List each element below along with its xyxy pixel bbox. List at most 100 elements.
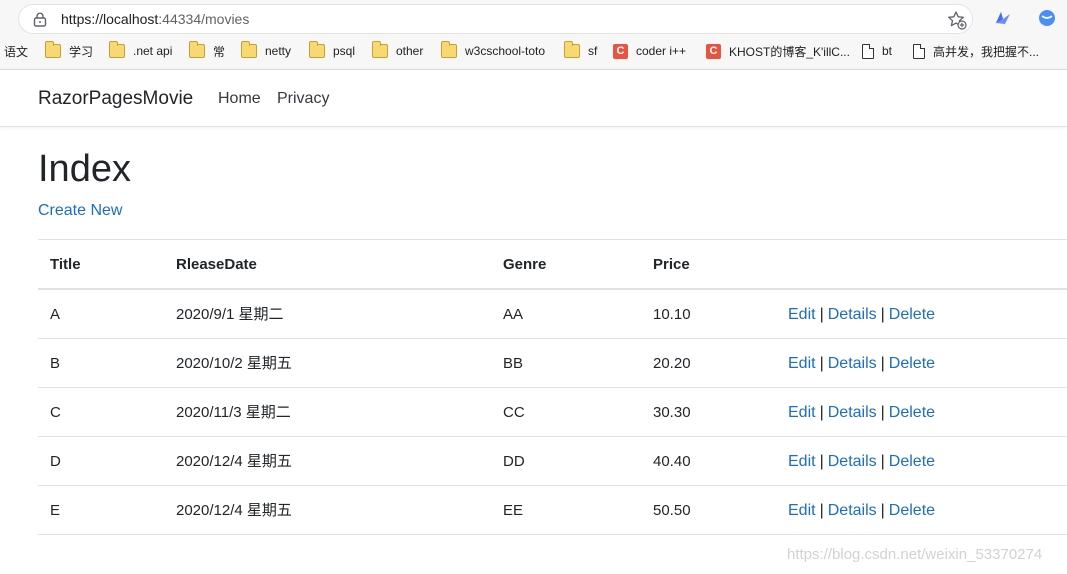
bookmark-label: .net api bbox=[133, 44, 173, 58]
lock-icon bbox=[33, 12, 47, 27]
action-separator: | bbox=[819, 404, 824, 421]
add-favorite-icon[interactable] bbox=[947, 10, 967, 30]
cell-title: D bbox=[50, 453, 61, 470]
details-link[interactable]: Details bbox=[828, 355, 877, 372]
cell-genre: DD bbox=[503, 453, 525, 470]
cell-release-date: 2020/12/4 星期五 bbox=[176, 502, 292, 519]
details-link[interactable]: Details bbox=[828, 453, 877, 470]
extension-globe-icon[interactable] bbox=[1038, 9, 1056, 27]
bookmark-label: other bbox=[396, 44, 424, 58]
bookmark-folder[interactable]: 常 bbox=[189, 38, 225, 64]
action-separator: | bbox=[819, 502, 824, 519]
nav-privacy-link[interactable]: Privacy bbox=[277, 90, 329, 108]
table-row: A 2020/9/1 星期二 AA 10.10 Edit | Details | Del… bbox=[38, 290, 1067, 339]
action-separator: | bbox=[880, 404, 885, 421]
extension-bird-icon[interactable] bbox=[993, 8, 1013, 28]
table-header-row: Title RleaseDate Genre Price bbox=[38, 240, 1067, 290]
cell-release-date: 2020/9/1 星期二 bbox=[176, 306, 284, 323]
delete-link[interactable]: Delete bbox=[889, 453, 935, 470]
bookmark-label: coder i++ bbox=[636, 44, 687, 58]
details-link[interactable]: Details bbox=[828, 404, 877, 421]
cell-price: 10.10 bbox=[653, 306, 691, 323]
url-path: :44334/movies bbox=[158, 11, 250, 27]
cell-genre: CC bbox=[503, 404, 525, 421]
folder-icon bbox=[109, 41, 125, 58]
bookmark-label: bt bbox=[882, 44, 893, 58]
row-actions: Edit | Details | Delete bbox=[788, 290, 935, 339]
action-separator: | bbox=[819, 453, 824, 470]
delete-link[interactable]: Delete bbox=[889, 502, 935, 519]
cell-release-date: 2020/11/3 星期二 bbox=[176, 404, 291, 421]
site-navbar: RazorPagesMovie Home Privacy bbox=[0, 70, 1067, 127]
delete-link[interactable]: Delete bbox=[889, 404, 935, 421]
bookmarks-bar: 语文 学习 .net api 常 netty psql other w3csch… bbox=[0, 38, 1067, 64]
address-bar[interactable]: https://localhost:44334/movies bbox=[18, 4, 973, 34]
edit-link[interactable]: Edit bbox=[788, 502, 816, 519]
csdn-icon: C bbox=[613, 43, 628, 59]
bookmark-folder[interactable]: sf bbox=[564, 38, 597, 64]
cell-title: C bbox=[50, 404, 61, 421]
bookmark-item[interactable]: bt bbox=[862, 38, 892, 64]
table-row: D 2020/12/4 星期五 DD 40.40 Edit | Details | De… bbox=[38, 437, 1067, 486]
csdn-icon: C bbox=[706, 43, 721, 59]
bookmark-folder[interactable]: w3cschool-toto bbox=[441, 38, 545, 64]
delete-link[interactable]: Delete bbox=[889, 355, 935, 372]
header-release-date: RleaseDate bbox=[176, 256, 257, 273]
cell-price: 30.30 bbox=[653, 404, 691, 421]
bookmark-label: 高并发，我把握不... bbox=[933, 44, 1040, 59]
cell-genre: AA bbox=[503, 306, 524, 323]
edit-link[interactable]: Edit bbox=[788, 453, 816, 470]
cell-title: E bbox=[50, 502, 61, 519]
bookmark-folder[interactable]: 学习 bbox=[45, 38, 93, 64]
cell-title: B bbox=[50, 355, 61, 372]
cell-price: 20.20 bbox=[653, 355, 691, 372]
bookmark-folder[interactable]: .net api bbox=[109, 38, 172, 64]
header-price: Price bbox=[653, 256, 690, 273]
folder-icon bbox=[372, 41, 388, 58]
cell-genre: BB bbox=[503, 355, 524, 372]
bookmark-item[interactable]: 语文 bbox=[4, 38, 28, 64]
row-actions: Edit | Details | Delete bbox=[788, 437, 935, 486]
folder-icon bbox=[564, 41, 580, 58]
url-text[interactable]: https://localhost:44334/movies bbox=[61, 11, 249, 27]
bookmark-item[interactable]: C KHOST的博客_K'illC... bbox=[706, 38, 850, 64]
action-separator: | bbox=[880, 355, 885, 372]
bookmark-label: psql bbox=[333, 44, 356, 58]
nav-home-link[interactable]: Home bbox=[218, 90, 261, 108]
header-title: Title bbox=[50, 256, 81, 273]
table-row: E 2020/12/4 星期五 EE 50.50 Edit | Details | De… bbox=[38, 486, 1067, 535]
cell-price: 50.50 bbox=[653, 502, 691, 519]
table-row: C 2020/11/3 星期二 CC 30.30 Edit | Details | De… bbox=[38, 388, 1067, 437]
delete-link[interactable]: Delete bbox=[889, 306, 935, 323]
url-host: https://localhost bbox=[61, 11, 159, 27]
edit-link[interactable]: Edit bbox=[788, 404, 816, 421]
bookmark-label: 常 bbox=[213, 44, 226, 59]
details-link[interactable]: Details bbox=[828, 502, 877, 519]
bookmark-folder[interactable]: psql bbox=[309, 38, 355, 64]
action-separator: | bbox=[819, 306, 824, 323]
action-separator: | bbox=[880, 453, 885, 470]
folder-icon bbox=[189, 41, 205, 58]
edit-link[interactable]: Edit bbox=[788, 306, 816, 323]
bookmark-item[interactable]: Ccoder i++ bbox=[613, 38, 686, 64]
action-separator: | bbox=[819, 355, 824, 372]
create-new-link[interactable]: Create New bbox=[38, 202, 122, 220]
bookmark-label: 语文 bbox=[4, 44, 29, 59]
movies-table: Title RleaseDate Genre Price A 2020/9/1 … bbox=[38, 239, 1067, 535]
folder-icon bbox=[309, 41, 325, 58]
folder-icon bbox=[241, 41, 257, 58]
row-actions: Edit | Details | Delete bbox=[788, 388, 935, 437]
page-icon bbox=[862, 43, 874, 59]
folder-icon bbox=[441, 41, 457, 58]
edit-link[interactable]: Edit bbox=[788, 355, 816, 372]
details-link[interactable]: Details bbox=[828, 306, 877, 323]
bookmark-folder[interactable]: netty bbox=[241, 38, 291, 64]
row-actions: Edit | Details | Delete bbox=[788, 486, 935, 535]
header-genre: Genre bbox=[503, 256, 547, 273]
cell-price: 40.40 bbox=[653, 453, 691, 470]
brand-link[interactable]: RazorPagesMovie bbox=[38, 88, 193, 110]
cell-release-date: 2020/10/2 星期五 bbox=[176, 355, 292, 372]
bookmark-folder[interactable]: other bbox=[372, 38, 423, 64]
bookmark-item[interactable]: 高并发，我把握不... bbox=[913, 38, 1039, 64]
bookmark-label: 学习 bbox=[69, 44, 94, 59]
